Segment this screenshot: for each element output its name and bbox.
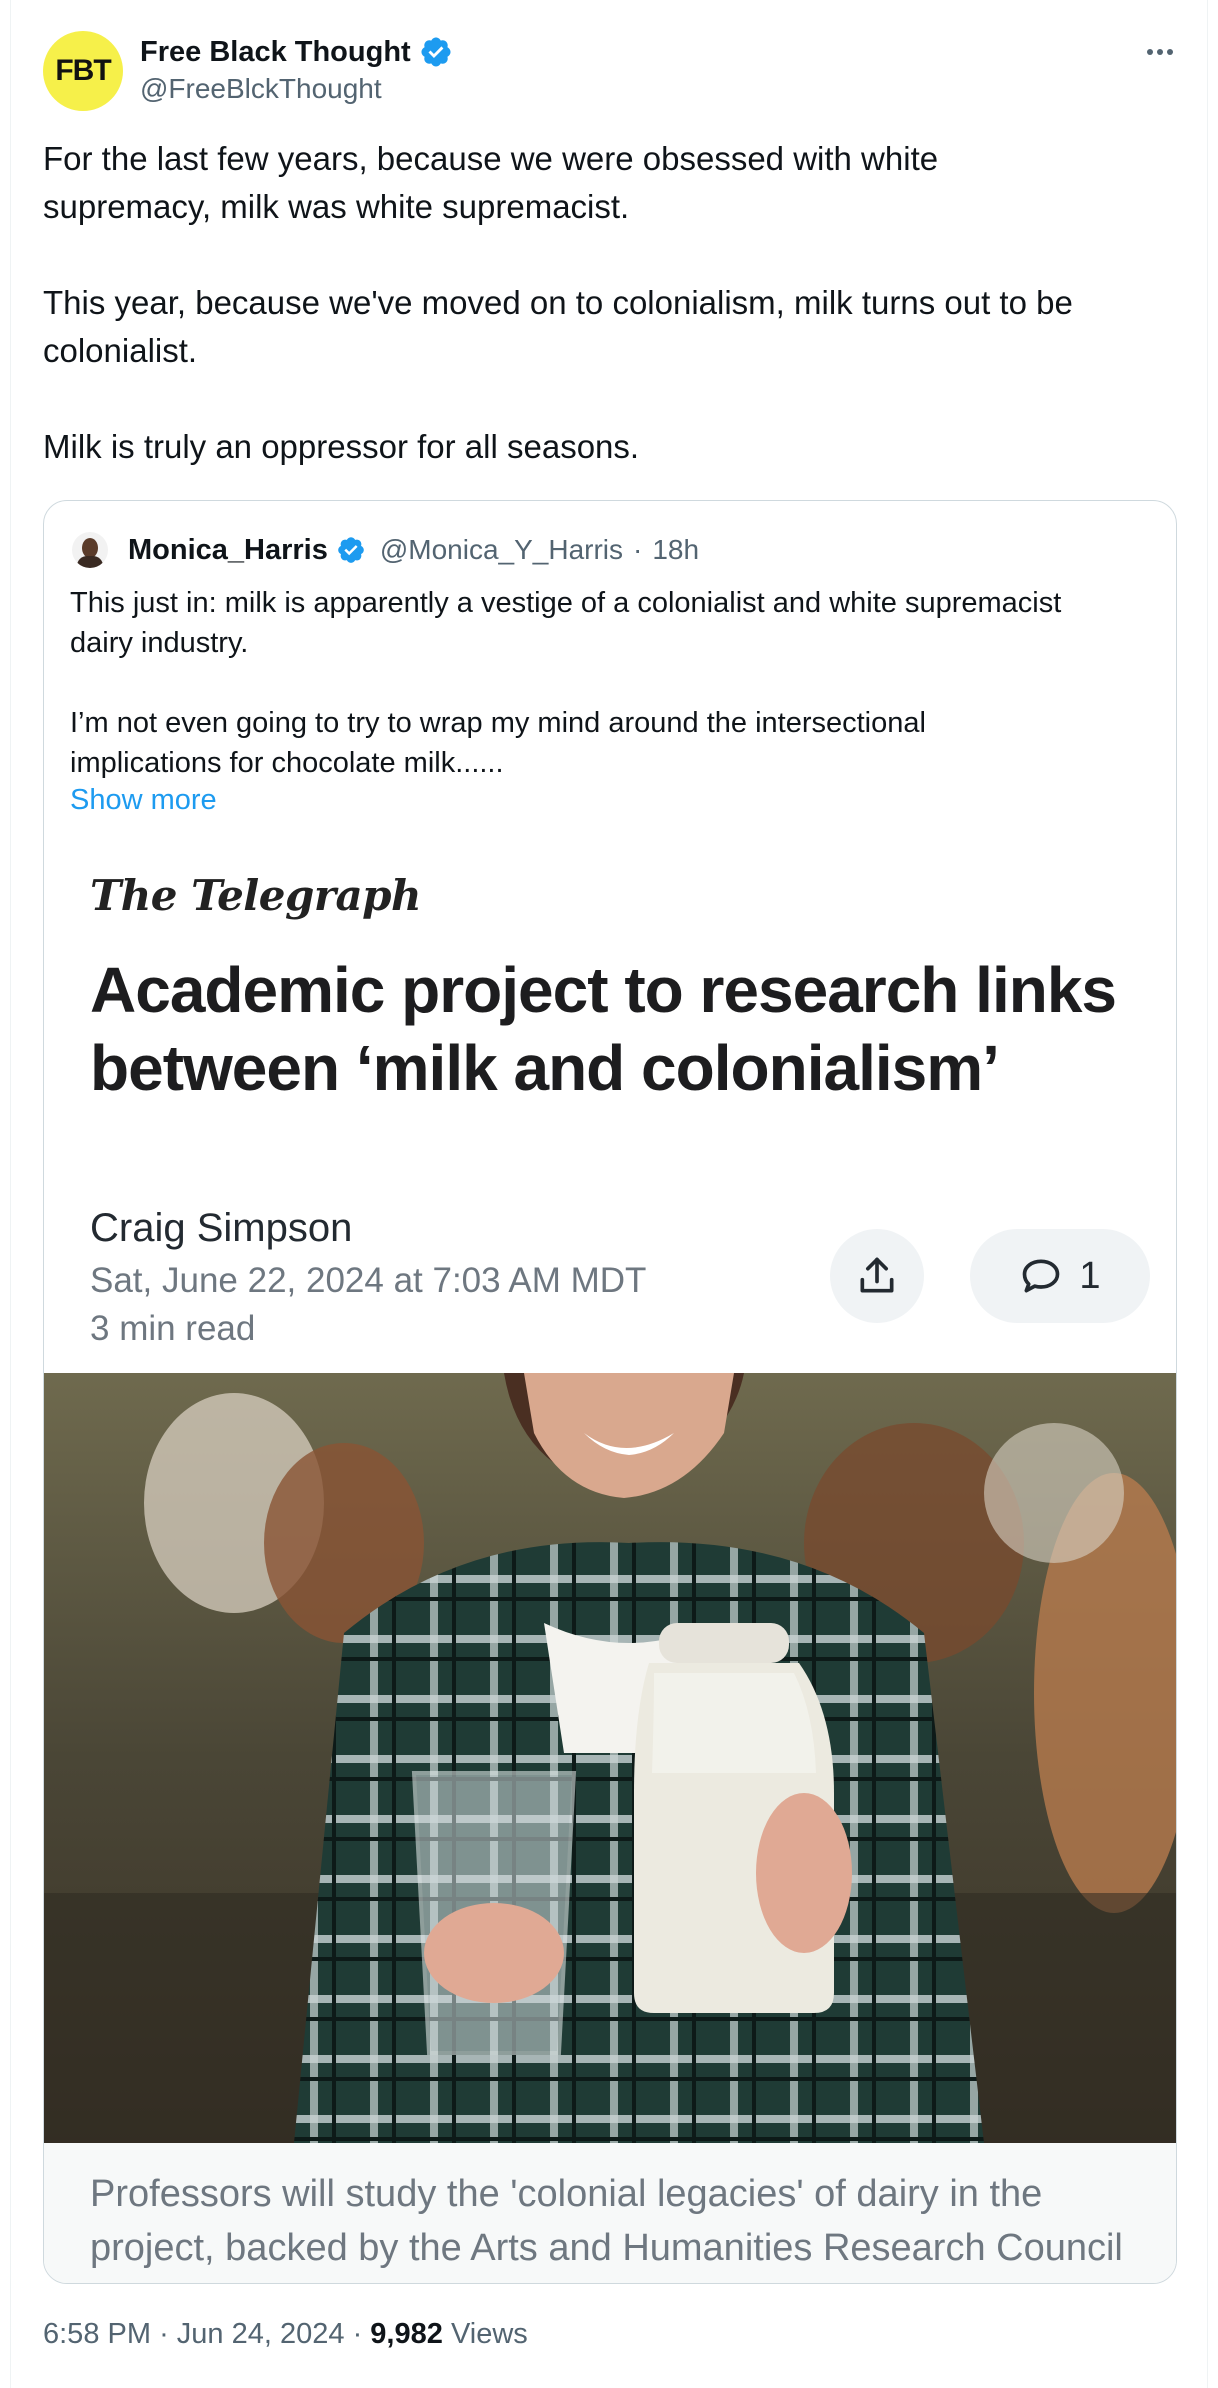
article-image[interactable] [44,1373,1176,2143]
views-label: Views [450,2318,528,2350]
tweet-text: For the last few years, because we were … [43,140,1073,465]
quoted-tweet[interactable]: Monica_Harris @Monica_Y_Harris · 18h Thi… [43,500,1177,2284]
share-icon [860,1257,894,1293]
author-handle[interactable]: @FreeBlckThought [140,73,453,105]
quote-header: Monica_Harris @Monica_Y_Harris · 18h [72,527,699,573]
quote-text: This just in: milk is apparently a vesti… [70,587,1062,779]
woman-holding-milk-image [44,1373,1176,2143]
tweet-date[interactable]: Jun 24, 2024 [177,2318,345,2350]
quote-avatar[interactable] [72,532,108,568]
article-date: Sat, June 22, 2024 at 7:03 AM MDT [90,1261,647,1300]
share-button[interactable] [830,1229,924,1323]
more-options-button[interactable] [1138,32,1182,72]
more-horizontal-icon [1147,49,1153,55]
article-read-time: 3 min read [90,1309,256,1348]
quote-author-name[interactable]: Monica_Harris [128,534,328,567]
comments-button[interactable]: 1 [970,1229,1150,1323]
verified-badge-icon [338,537,364,563]
quote-author-handle[interactable]: @Monica_Y_Harris [380,534,623,566]
publication-logo: The Telegraph [90,871,422,920]
article-headline: Academic project to research links betwe… [90,954,1117,1104]
author-avatar[interactable]: FBT [43,31,123,111]
author-name[interactable]: Free Black Thought [140,36,411,69]
quote-age[interactable]: 18h [652,534,699,566]
separator-dot: · [633,534,643,565]
tweet-time[interactable]: 6:58 PM [43,2318,151,2350]
views-count[interactable]: 9,982 [370,2318,443,2350]
author-block: Free Black Thought @FreeBlckThought [140,33,453,105]
separator-dot: · [352,2318,363,2350]
comment-count: 1 [1079,1254,1101,1297]
avatar-text: FBT [55,54,111,87]
separator-dot: · [159,2318,169,2350]
tweet-metadata: 6:58 PM · Jun 24, 2024 · 9,982 Views [43,2318,528,2351]
article-author: Craig Simpson [90,1206,353,1250]
comment-icon [1023,1259,1060,1293]
article-caption: Professors will study the 'colonial lega… [90,2173,1123,2269]
article-caption-box: Professors will study the 'colonial lega… [44,2143,1176,2283]
show-more-link[interactable]: Show more [70,784,217,817]
verified-badge-icon [421,37,451,67]
